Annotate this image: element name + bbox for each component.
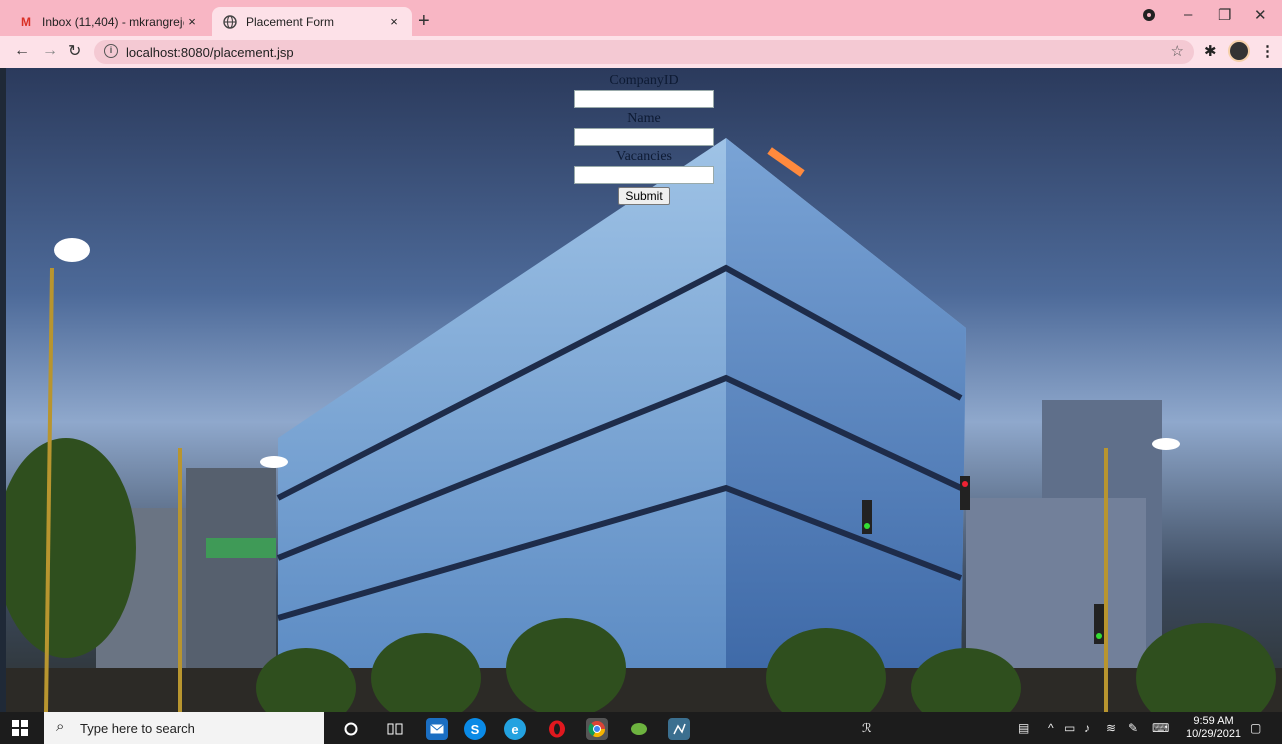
info-icon[interactable]: i [104,44,118,58]
globe-icon [222,14,238,30]
close-tab-icon[interactable]: × [386,14,402,29]
edge-icon[interactable]: e [504,718,526,740]
mail-icon[interactable] [426,718,448,740]
taskbar-search-box[interactable]: ⌕ Type here to search [44,712,324,744]
clock-date: 10/29/2021 [1186,728,1242,740]
keyboard-icon[interactable]: ⌨ [1152,721,1169,735]
system-clock[interactable]: 9:59 AM 10/29/2021 [1186,715,1241,741]
volume-icon[interactable]: ♪ [1084,721,1090,735]
submit-button[interactable]: Submit [618,187,670,205]
chevron-up-icon[interactable]: ^ [1048,721,1054,735]
cortana-icon[interactable] [340,718,362,740]
company-id-input[interactable] [574,90,714,108]
profile-dot-icon[interactable] [1142,8,1156,26]
extensions-puzzle-icon[interactable]: ✱ [1204,42,1217,60]
back-arrow-icon[interactable]: ← [14,42,30,60]
name-label: Name [627,111,661,126]
close-window-button[interactable]: ✕ [1254,6,1267,24]
profile-avatar[interactable] [1228,40,1250,62]
search-placeholder: Type here to search [80,721,195,736]
people-icon[interactable]: ℛ [862,721,872,735]
chrome-icon[interactable] [586,718,608,740]
placement-form: CompanyID Name Vacancies Submit [574,72,714,205]
battery-icon[interactable]: ▭ [1064,721,1075,735]
windows-taskbar: ⌕ Type here to search S e ℛ ▤ ^ ▭ ♪ ≋ ✎ … [0,712,1282,744]
skype-icon[interactable]: S [464,718,486,740]
new-tab-button[interactable]: + [418,10,430,33]
restore-button[interactable]: ❐ [1218,6,1231,24]
reload-icon[interactable]: ↻ [68,41,81,61]
gmail-icon: M [21,14,31,29]
bookmark-star-icon[interactable]: ☆ [1171,42,1184,60]
vacancies-label: Vacancies [616,149,672,164]
wifi-icon[interactable]: ≋ [1106,721,1116,735]
vacancies-input[interactable] [574,166,714,184]
close-tab-icon[interactable]: × [184,14,200,29]
tab-placement-form[interactable]: Placement Form × [212,7,412,36]
notification-icon[interactable]: ▢ [1250,721,1261,735]
tab-title: Inbox (11,404) - mkrangrej@gma [42,14,184,29]
clock-time: 9:59 AM [1193,715,1234,727]
windows-start-icon[interactable] [12,720,28,736]
spring-tool-icon[interactable] [628,718,650,740]
url-text: localhost:8080/placement.jsp [126,45,294,60]
browser-menu-icon[interactable]: ⋮ [1260,42,1275,60]
task-view-icon[interactable] [384,718,406,740]
address-bar[interactable]: i localhost:8080/placement.jsp ☆ [94,40,1194,64]
tab-title: Placement Form [246,14,335,29]
pen-icon[interactable]: ✎ [1128,721,1138,735]
company-id-label: CompanyID [609,73,679,88]
browser-tab-bar: M Inbox (11,404) - mkrangrej@gma × Place… [0,0,1282,36]
forward-arrow-icon[interactable]: → [42,42,58,60]
news-icon[interactable]: ▤ [1018,721,1029,735]
search-icon: ⌕ [56,718,65,735]
minimize-button[interactable]: – [1184,6,1192,23]
tab-gmail-inbox[interactable]: M Inbox (11,404) - mkrangrej@gma × [8,7,210,36]
page-viewport: CompanyID Name Vacancies Submit [6,68,1282,712]
app-icon[interactable] [668,718,690,740]
name-input[interactable] [574,128,714,146]
opera-icon[interactable] [546,718,568,740]
